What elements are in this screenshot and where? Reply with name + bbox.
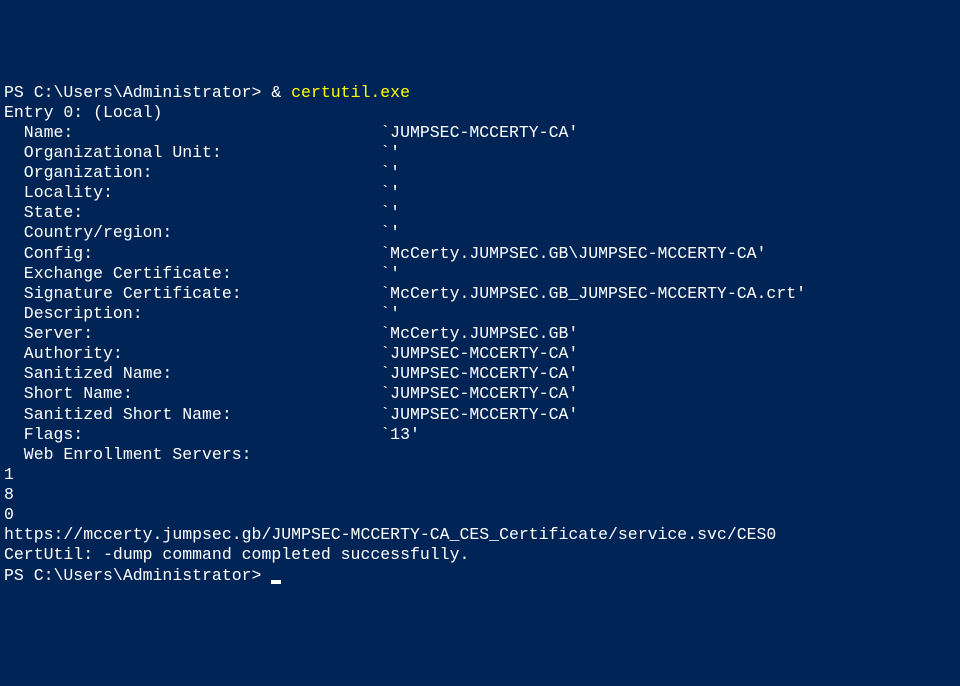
- entry-row: Name: `JUMPSEC-MCCERTY-CA': [4, 123, 956, 143]
- entry-row: Server: `McCerty.JUMPSEC.GB': [4, 324, 956, 344]
- command-line: PS C:\Users\Administrator> & certutil.ex…: [4, 83, 956, 103]
- entry-row: Locality: `': [4, 183, 956, 203]
- entry-row: Signature Certificate: `McCerty.JUMPSEC.…: [4, 284, 956, 304]
- entry-row: Description: `': [4, 304, 956, 324]
- entry-rows: Name: `JUMPSEC-MCCERTY-CA' Organizationa…: [4, 123, 956, 465]
- entry-row: Country/region: `': [4, 223, 956, 243]
- tail-line: 8: [4, 485, 956, 505]
- ps-prompt: PS C:\Users\Administrator>: [4, 566, 271, 585]
- entry-header: Entry 0: (Local): [4, 103, 956, 123]
- cursor: [271, 580, 281, 584]
- tail-lines: 180https://mccerty.jumpsec.gb/JUMPSEC-MC…: [4, 465, 956, 566]
- amp-operator: &: [271, 83, 291, 102]
- tail-line: CertUtil: -dump command completed succes…: [4, 545, 956, 565]
- entry-row: Authority: `JUMPSEC-MCCERTY-CA': [4, 344, 956, 364]
- entry-row: Sanitized Short Name: `JUMPSEC-MCCERTY-C…: [4, 405, 956, 425]
- entry-row: Short Name: `JUMPSEC-MCCERTY-CA': [4, 384, 956, 404]
- entry-row: Flags: `13': [4, 425, 956, 445]
- entry-row: State: `': [4, 203, 956, 223]
- tail-line: 0: [4, 505, 956, 525]
- entry-row: Sanitized Name: `JUMPSEC-MCCERTY-CA': [4, 364, 956, 384]
- entry-row: Exchange Certificate: `': [4, 264, 956, 284]
- ps-prompt: PS C:\Users\Administrator>: [4, 83, 271, 102]
- command-line: PS C:\Users\Administrator>: [4, 566, 956, 586]
- tail-line: https://mccerty.jumpsec.gb/JUMPSEC-MCCER…: [4, 525, 956, 545]
- entry-row: Config: `McCerty.JUMPSEC.GB\JUMPSEC-MCCE…: [4, 244, 956, 264]
- entry-row: Web Enrollment Servers:: [4, 445, 956, 465]
- entry-row: Organizational Unit: `': [4, 143, 956, 163]
- terminal-output[interactable]: PS C:\Users\Administrator> & certutil.ex…: [4, 83, 956, 586]
- entry-row: Organization: `': [4, 163, 956, 183]
- tail-line: 1: [4, 465, 956, 485]
- command-text: certutil.exe: [291, 83, 410, 102]
